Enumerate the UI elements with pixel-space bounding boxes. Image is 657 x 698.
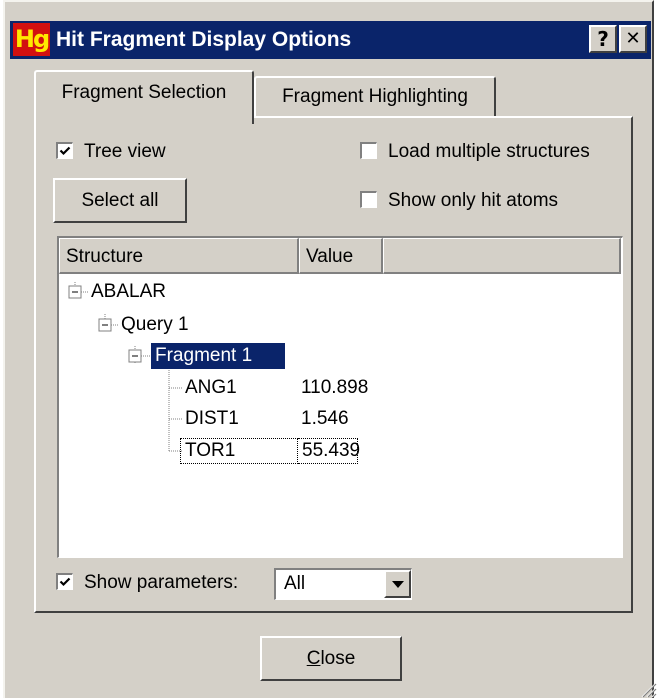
show-parameters-select[interactable]: All [274,568,412,600]
tree-node-root[interactable]: ABALAR [91,281,166,303]
show-parameters-checkbox[interactable] [56,573,73,590]
tree-node-query[interactable]: Query 1 [121,314,189,336]
select-value: All [284,573,306,594]
show-parameters-option[interactable]: Show parameters: [56,572,238,594]
param-value: 110.898 [301,377,369,398]
tab-label: Fragment Selection [61,82,227,103]
checkmark-icon [59,577,71,587]
window-title: Hit Fragment Display Options [56,28,352,51]
tab-label: Fragment Highlighting [282,86,468,107]
load-multiple-checkbox[interactable] [360,142,377,159]
title-bar[interactable]: Hg Hit Fragment Display Options ? ✕ [10,21,651,59]
load-multiple-option[interactable]: Load multiple structures [360,141,590,163]
show-only-hit-atoms-option[interactable]: Show only hit atoms [360,190,558,212]
app-logo-icon: Hg [13,23,50,56]
dropdown-button[interactable] [384,570,411,598]
tab-fragment-highlighting[interactable]: Fragment Highlighting [254,76,496,118]
param-name-focused[interactable]: TOR1 [180,438,298,464]
resize-grip-icon[interactable] [639,680,657,698]
structure-tree-list[interactable]: Structure Value ABALAR Query 1 Fragment … [57,236,623,558]
show-only-hit-atoms-checkbox[interactable] [360,191,377,208]
param-value: 1.546 [301,408,349,429]
tree-view-option[interactable]: Tree view [56,141,166,163]
checkmark-icon [59,146,71,156]
show-only-hit-atoms-label: Show only hit atoms [388,190,559,211]
show-parameters-label: Show parameters: [84,572,239,593]
help-button[interactable]: ? [589,25,617,53]
tree-view-checkbox[interactable] [56,142,73,159]
load-multiple-label: Load multiple structures [388,141,590,162]
select-all-button[interactable]: Select all [53,178,187,223]
tree-view-label: Tree view [84,141,166,162]
param-value: 55.439 [298,438,360,464]
param-name[interactable]: DIST1 [185,408,239,430]
param-name[interactable]: ANG1 [185,377,237,399]
close-window-button[interactable]: ✕ [619,25,647,53]
tree-node-fragment[interactable]: Fragment 1 [151,343,285,369]
close-label-rest: lose [320,648,356,669]
close-button[interactable]: Close [260,636,402,681]
chevron-down-icon [392,581,404,588]
tab-fragment-selection[interactable]: Fragment Selection [34,70,254,124]
close-mnemonic: C [306,648,321,669]
